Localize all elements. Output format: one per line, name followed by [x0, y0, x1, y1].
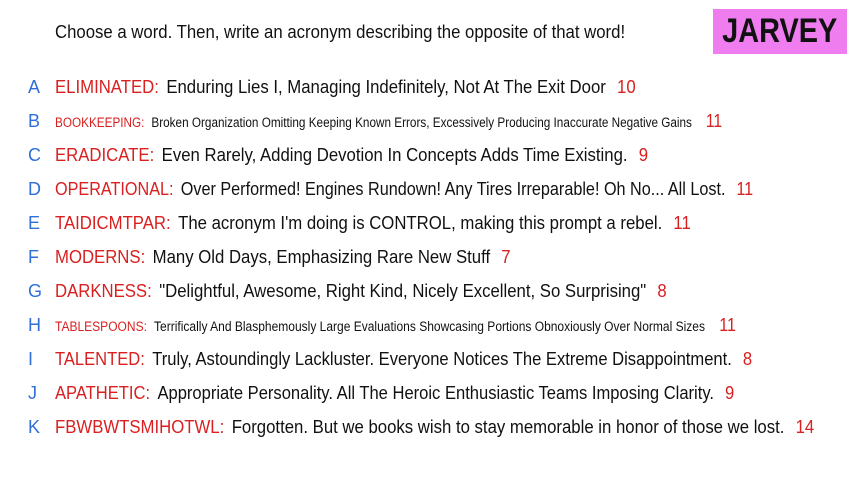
row-content: TABLESPOONS: Terrifically And Blasphemous…: [55, 314, 736, 335]
row-acronym: Truly, Astoundingly Lackluster. Everyone…: [152, 348, 732, 369]
row-word: BOOKKEEPING: [55, 114, 142, 130]
row-letter: D: [28, 178, 41, 199]
answer-row-a: A ELIMINATED: Enduring Lies I, Managing I…: [0, 70, 853, 104]
row-content: OPERATIONAL: Over Performed! Engines Rund…: [55, 178, 754, 199]
answer-row-f: F MODERNS: Many Old Days, Emphasizing Rar…: [0, 240, 853, 274]
row-score: 11: [673, 212, 691, 233]
row-acronym: Many Old Days, Emphasizing Rare New Stuf…: [152, 246, 491, 267]
row-acronym: The acronym I'm doing is CONTROL, making…: [178, 212, 663, 233]
row-word: TALENTED: [55, 348, 141, 369]
row-score: 11: [719, 314, 736, 335]
row-word: FBWBWTSMIHOTWL: [55, 416, 220, 437]
brand-name: JARVEY: [722, 12, 838, 50]
row-acronym: Broken Organization Omitting Keeping Kno…: [151, 114, 692, 130]
row-score: 9: [725, 382, 735, 403]
answer-row-k: K FBWBWTSMIHOTWL: Forgotten. But we books…: [0, 410, 853, 444]
answer-row-j: J APATHETIC: Appropriate Personality. All…: [0, 376, 853, 410]
row-content: ERADICATE: Even Rarely, Adding Devotion I…: [55, 144, 649, 165]
row-letter: H: [28, 314, 41, 335]
row-letter: B: [28, 110, 41, 131]
row-letter: J: [28, 382, 37, 403]
row-acronym: Terrifically And Blasphemously Large Eva…: [154, 318, 706, 334]
row-content: BOOKKEEPING: Broken Organization Omitting…: [55, 110, 723, 131]
row-score: 7: [501, 246, 511, 267]
row-word: APATHETIC: [55, 382, 146, 403]
answer-row-e: E TAIDICMTPAR: The acronym I'm doing is C…: [0, 206, 853, 240]
row-acronym: Even Rarely, Adding Devotion In Concepts…: [161, 144, 628, 165]
row-acronym: Enduring Lies I, Managing Indefinitely, …: [166, 76, 606, 97]
answer-row-b: B BOOKKEEPING: Broken Organization Omitti…: [0, 104, 853, 138]
row-content: DARKNESS: "Delightful, Awesome, Right Kin…: [55, 280, 667, 301]
row-letter: I: [28, 348, 34, 369]
row-letter: K: [28, 416, 41, 437]
row-word: TAIDICMTPAR: [55, 212, 166, 233]
row-word: MODERNS: [55, 246, 141, 267]
row-score: 11: [736, 178, 754, 199]
row-content: TALENTED: Truly, Astoundingly Lackluster.…: [55, 348, 753, 369]
row-score: 10: [617, 76, 636, 97]
row-content: MODERNS: Many Old Days, Emphasizing Rare …: [55, 246, 511, 267]
video-frame: Choose a word. Then, write an acronym de…: [0, 0, 853, 480]
answer-row-g: G DARKNESS: "Delightful, Awesome, Right K…: [0, 274, 853, 308]
row-acronym: "Delightful, Awesome, Right Kind, Nicely…: [159, 280, 647, 301]
row-score: 8: [742, 348, 753, 369]
row-word: ERADICATE: [55, 144, 150, 165]
row-word: DARKNESS: [55, 280, 148, 301]
answer-row-c: C ERADICATE: Even Rarely, Adding Devotion…: [0, 138, 853, 172]
row-score: 14: [795, 416, 815, 437]
answer-row-i: I TALENTED: Truly, Astoundingly Lackluste…: [0, 342, 853, 376]
row-letter: E: [28, 212, 41, 233]
brand-badge: JARVEY: [713, 9, 847, 54]
row-content: TAIDICMTPAR: The acronym I'm doing is CON…: [55, 212, 691, 233]
row-content: FBWBWTSMIHOTWL: Forgotten. But we books w…: [55, 416, 815, 437]
row-acronym: Forgotten. But we books wish to stay mem…: [231, 416, 785, 437]
row-word: TABLESPOONS: [55, 318, 144, 334]
row-content: APATHETIC: Appropriate Personality. All T…: [55, 382, 735, 403]
row-letter: C: [28, 144, 41, 165]
prompt-text: Choose a word. Then, write an acronym de…: [55, 22, 626, 42]
row-letter: F: [28, 246, 39, 267]
row-word: OPERATIONAL: [55, 178, 170, 199]
row-letter: A: [28, 76, 41, 97]
row-content: ELIMINATED: Enduring Lies I, Managing Ind…: [55, 76, 636, 97]
answer-row-h: H TABLESPOONS: Terrifically And Blasphemo…: [0, 308, 853, 342]
row-letter: G: [28, 280, 43, 301]
row-acronym: Appropriate Personality. All The Heroic …: [157, 382, 714, 403]
row-score: 9: [638, 144, 649, 165]
row-acronym: Over Performed! Engines Rundown! Any Tir…: [180, 178, 726, 199]
row-score: 11: [705, 110, 723, 131]
row-word: ELIMINATED: [55, 76, 155, 97]
answer-row-d: D OPERATIONAL: Over Performed! Engines Ru…: [0, 172, 853, 206]
row-score: 8: [657, 280, 667, 301]
